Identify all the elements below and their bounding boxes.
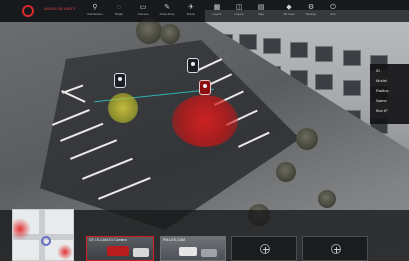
alert-marker-icon[interactable] [199, 80, 211, 95]
minimap-position-icon [41, 236, 51, 246]
info-field-model: Model [376, 78, 387, 83]
minimap-alert-zone [57, 244, 73, 260]
sensor-marker-icon[interactable] [187, 58, 199, 73]
add-camera-icon [331, 244, 341, 254]
layers-icon: ◫ [235, 4, 243, 11]
map-icon: ▤ [257, 4, 265, 11]
add-camera-slot-2[interactable] [302, 236, 368, 261]
add-camera-icon [260, 244, 270, 254]
tool-map-button[interactable]: ▤ Map [250, 3, 272, 21]
info-field-radius: Radius [376, 88, 389, 93]
camera-feed-2[interactable]: PM-LKS-CAM [160, 236, 226, 261]
tool-layout-button[interactable]: ▦ Layout [206, 3, 228, 21]
sensor-marker-icon[interactable] [114, 73, 126, 88]
minimap[interactable] [12, 209, 74, 261]
info-field-name: Name [376, 98, 387, 103]
sensor-info-panel: ID Model Radius Name Box IP [370, 64, 409, 124]
app-screen: AVIGILON UNITY ⚲ Add Sensor ◌ Radar ▭ Camer… [0, 0, 409, 261]
settings-icon: ⚙ [307, 4, 315, 11]
grid-icon: ▦ [213, 4, 221, 11]
top-toolbar: AVIGILON UNITY ⚲ Add Sensor ◌ Radar ▭ Camer… [0, 0, 409, 22]
tool-layers-button[interactable]: ◫ Layers [228, 3, 250, 21]
camera-feed-label: PM-LKS-CAM [163, 238, 185, 242]
camera-view-icon: ▭ [139, 4, 147, 11]
view3d-icon: ◆ [286, 4, 292, 11]
tree [296, 128, 318, 150]
drone-icon: ✈ [188, 4, 194, 11]
tool-settings-button[interactable]: ⚙ Settings [300, 3, 322, 21]
tool-drone-button[interactable]: ✈ Drone [180, 3, 202, 21]
person-pin-icon: ⚲ [92, 4, 98, 11]
camera-feed-label: CE LK-CAM-01 Camera [89, 238, 127, 242]
camera-feed-1[interactable]: CE LK-CAM-01 Camera [86, 236, 154, 261]
tool-camera-button[interactable]: ▭ Camera [132, 3, 154, 21]
tree [160, 24, 180, 44]
tool-radar-button[interactable]: ◌ Radar [108, 3, 130, 21]
tool-draw-zone-button[interactable]: ✎ Draw Zone [156, 3, 178, 21]
info-field-box-ip: Box IP [376, 108, 388, 113]
tool-exit-button[interactable]: ⏻ Exit [322, 3, 344, 21]
warning-zone[interactable] [108, 93, 138, 123]
app-logo-text: AVIGILON UNITY [44, 6, 76, 11]
alert-zone[interactable] [172, 95, 238, 147]
add-camera-slot-1[interactable] [231, 236, 297, 261]
tool-3d-view-button[interactable]: ◆ 3D View [278, 3, 300, 21]
tree [276, 162, 296, 182]
power-icon: ⏻ [330, 4, 336, 11]
tool-add-sensor-button[interactable]: ⚲ Add Sensor [84, 3, 106, 21]
app-logo-icon [22, 5, 34, 17]
draw-zone-icon: ✎ [164, 4, 170, 11]
radar-icon: ◌ [116, 4, 122, 11]
info-field-id: ID [376, 68, 380, 73]
tree [318, 190, 336, 208]
